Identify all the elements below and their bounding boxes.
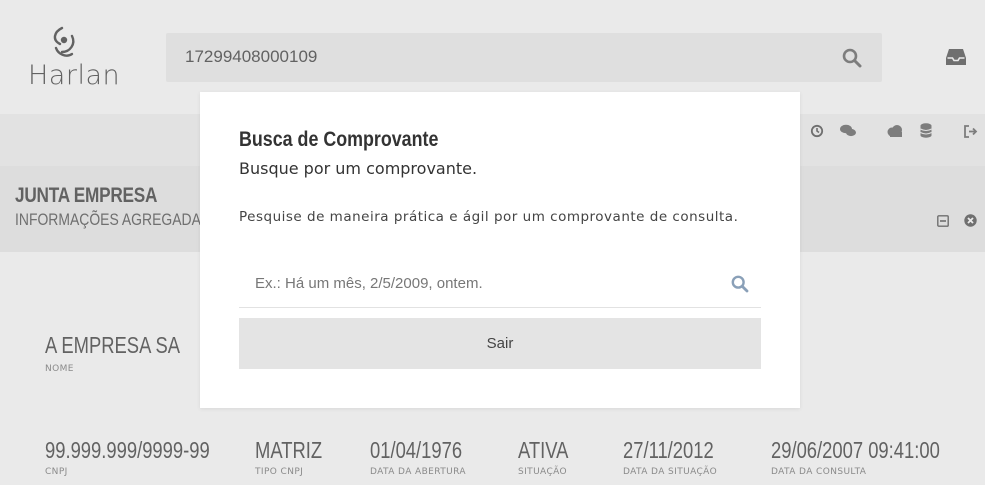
exit-button[interactable]: Sair [239,318,761,369]
receipt-search-input[interactable] [239,260,719,306]
modal-title: Busca de Comprovante [239,128,439,151]
receipt-search-field [239,260,761,308]
modal-description: Pesquise de maneira prática e ágil por u… [239,209,739,225]
search-icon[interactable] [731,275,749,297]
modal-subtitle: Busque por um comprovante. [239,159,478,178]
receipt-search-modal: Busca de Comprovante Busque por um compr… [200,92,800,408]
